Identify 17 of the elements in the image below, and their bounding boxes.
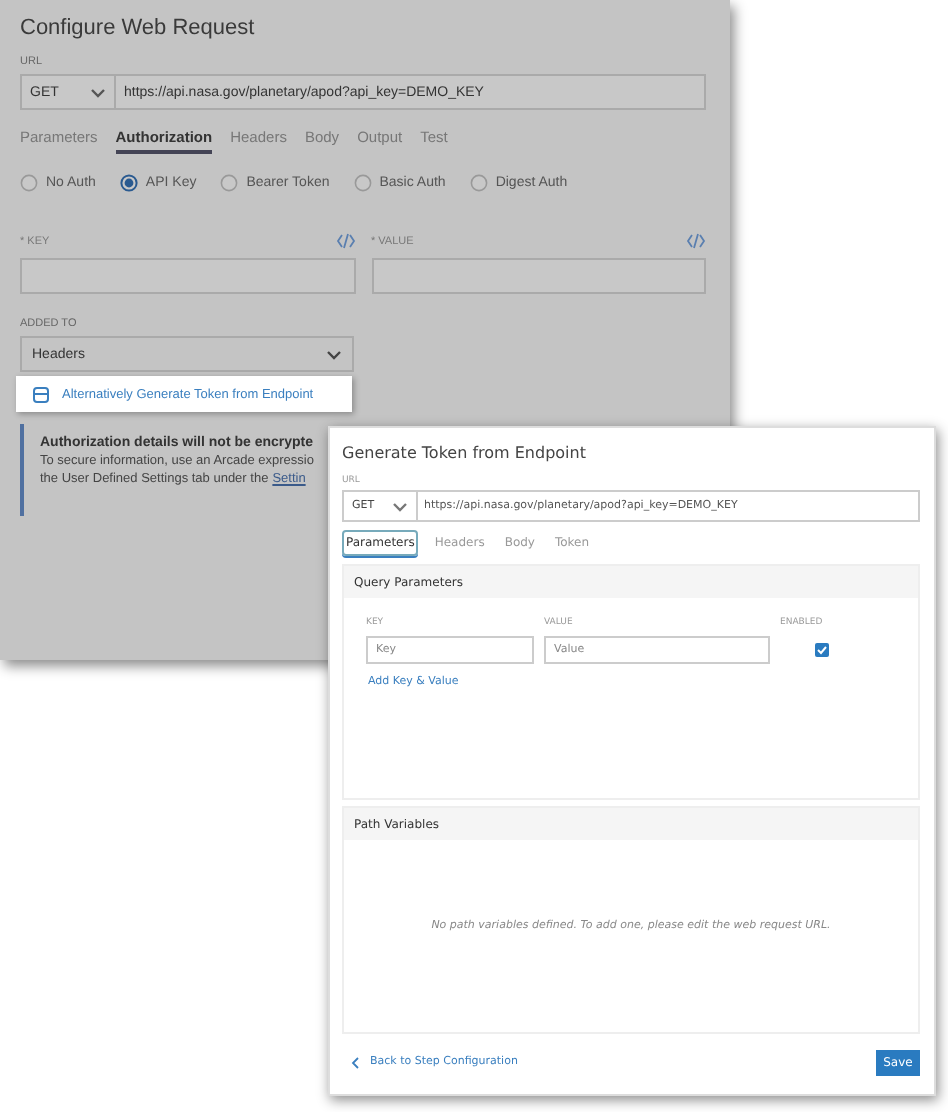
radio-icon[interactable] bbox=[119, 174, 138, 192]
chevron-down-icon bbox=[326, 347, 342, 361]
radio-icon[interactable] bbox=[220, 174, 239, 192]
token-icon bbox=[32, 385, 50, 403]
chevron-down-icon bbox=[90, 85, 106, 99]
chevron-down-icon bbox=[392, 499, 408, 513]
dialog-title: Generate Token from Endpoint bbox=[342, 444, 588, 462]
radio-icon[interactable] bbox=[469, 174, 488, 192]
radio-icon[interactable] bbox=[353, 174, 372, 192]
code-icon[interactable] bbox=[335, 232, 355, 250]
code-icon[interactable] bbox=[686, 232, 706, 250]
radio-icon[interactable] bbox=[20, 174, 38, 192]
checkbox[interactable] bbox=[814, 642, 830, 658]
dialog-title: Configure Web Request bbox=[20, 16, 257, 40]
chevron-left-icon bbox=[350, 1055, 360, 1069]
input-field[interactable] bbox=[20, 258, 355, 294]
input-field[interactable] bbox=[371, 258, 706, 294]
